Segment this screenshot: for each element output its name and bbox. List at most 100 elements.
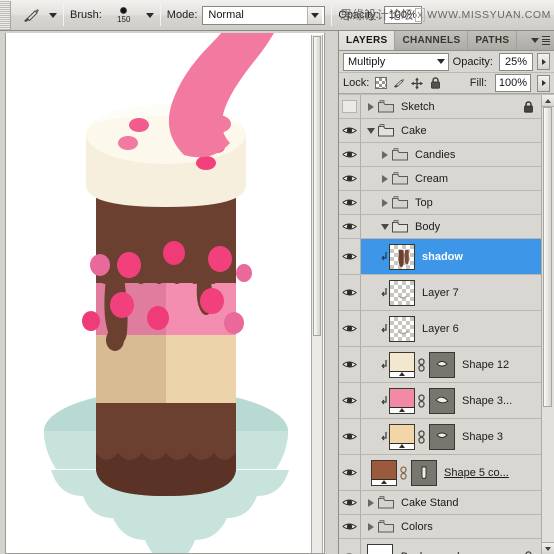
- layer-row-colors[interactable]: Colors: [339, 515, 541, 539]
- layer-row-shape-3[interactable]: Shape 3: [339, 419, 541, 455]
- visibility-toggle-shape-3-copy[interactable]: [339, 383, 361, 418]
- layer-row-shape-12[interactable]: Shape 12: [339, 347, 541, 383]
- layer-list[interactable]: Sketch Cake Candies Cream Top Body shado…: [339, 94, 554, 554]
- layer-name[interactable]: Cake Stand: [401, 497, 458, 509]
- blend-mode-select[interactable]: Normal: [202, 5, 326, 25]
- layer-list-scroll-thumb[interactable]: [543, 107, 552, 407]
- fill-stepper[interactable]: [537, 74, 550, 92]
- layer-name[interactable]: Colors: [401, 521, 433, 533]
- layer-thumbnail[interactable]: [371, 459, 397, 486]
- layer-name[interactable]: shadow: [422, 251, 463, 263]
- tab-paths[interactable]: PATHS: [468, 31, 518, 50]
- layer-name[interactable]: Body: [415, 221, 440, 233]
- visibility-toggle-layer-6[interactable]: [339, 311, 361, 346]
- panel-menu-icon[interactable]: [531, 36, 550, 45]
- options-bar-grip[interactable]: [0, 0, 11, 30]
- visibility-toggle-shape-3[interactable]: [339, 419, 361, 454]
- layer-name[interactable]: Candies: [415, 149, 455, 161]
- layer-row-background[interactable]: Background: [339, 539, 541, 554]
- vector-mask-thumbnail[interactable]: [429, 351, 455, 378]
- visibility-toggle-shadow[interactable]: [339, 239, 361, 274]
- layer-row-cream[interactable]: Cream: [339, 167, 541, 191]
- vector-mask-thumbnail[interactable]: [411, 459, 437, 486]
- layer-thumbnail[interactable]: [389, 351, 415, 378]
- link-icon[interactable]: [415, 429, 427, 444]
- layer-row-cake-stand[interactable]: Cake Stand: [339, 491, 541, 515]
- layer-row-candies[interactable]: Candies: [339, 143, 541, 167]
- lock-all-icon[interactable]: [429, 77, 441, 89]
- layer-row-cake[interactable]: Cake: [339, 119, 541, 143]
- visibility-toggle-cake[interactable]: [339, 119, 361, 142]
- layer-thumbnail[interactable]: [367, 543, 393, 554]
- layer-name[interactable]: Cake: [401, 125, 427, 137]
- vector-mask-thumbnail[interactable]: [429, 423, 455, 450]
- scroll-down-button[interactable]: [542, 542, 554, 554]
- layer-row-shape-3-copy[interactable]: Shape 3...: [339, 383, 541, 419]
- expand-toggle-colors[interactable]: [364, 515, 377, 538]
- visibility-toggle-cream[interactable]: [339, 167, 361, 190]
- brush-tool-icon[interactable]: [18, 3, 44, 27]
- layer-name[interactable]: Background: [400, 551, 459, 554]
- layer-name[interactable]: Shape 5 co...: [444, 467, 509, 479]
- layer-name[interactable]: Shape 12: [462, 359, 509, 371]
- expand-toggle-body[interactable]: [378, 215, 391, 238]
- layer-row-shape-5-color[interactable]: Shape 5 co...: [339, 455, 541, 491]
- vector-mask-thumbnail[interactable]: [429, 387, 455, 414]
- layer-row-sketch[interactable]: Sketch: [339, 95, 541, 119]
- layer-blend-chevron-down-icon[interactable]: [434, 54, 448, 70]
- visibility-toggle-background[interactable]: [339, 539, 361, 554]
- expand-toggle-cake-stand[interactable]: [364, 491, 377, 514]
- visibility-toggle-cake-stand[interactable]: [339, 491, 361, 514]
- layer-name[interactable]: Shape 3...: [462, 395, 512, 407]
- visibility-toggle-shape-5-color[interactable]: [339, 455, 361, 490]
- layer-thumbnail[interactable]: [389, 315, 415, 342]
- expand-toggle-cake[interactable]: [364, 119, 377, 142]
- visibility-toggle-top[interactable]: [339, 191, 361, 214]
- tab-channels[interactable]: CHANNELS: [395, 31, 469, 50]
- link-icon[interactable]: [415, 393, 427, 408]
- layer-name[interactable]: Sketch: [401, 101, 435, 113]
- layer-opacity-stepper[interactable]: [537, 53, 550, 70]
- brush-preset-chevron-down-icon[interactable]: [145, 12, 154, 18]
- layer-blend-mode-select[interactable]: Multiply: [343, 52, 449, 71]
- visibility-toggle-colors[interactable]: [339, 515, 361, 538]
- expand-toggle-sketch[interactable]: [364, 95, 377, 118]
- expand-toggle-cream[interactable]: [378, 167, 391, 190]
- layer-thumbnail[interactable]: [389, 279, 415, 306]
- layer-thumbnail[interactable]: [389, 423, 415, 450]
- link-icon[interactable]: [397, 465, 409, 480]
- blend-mode-chevron-down-icon[interactable]: [307, 6, 323, 24]
- visibility-toggle-shape-12[interactable]: [339, 347, 361, 382]
- lock-position-icon[interactable]: [411, 77, 424, 89]
- visibility-toggle-sketch[interactable]: [339, 95, 361, 118]
- layer-name[interactable]: Layer 6: [422, 323, 459, 335]
- document-canvas[interactable]: [5, 33, 325, 554]
- layer-opacity-input[interactable]: 25%: [499, 52, 533, 71]
- layer-thumbnail[interactable]: [389, 243, 415, 270]
- brush-preset-picker[interactable]: 150: [107, 2, 141, 28]
- canvas-scroll-thumb[interactable]: [313, 36, 321, 336]
- scroll-up-button[interactable]: [542, 95, 554, 107]
- expand-toggle-candies[interactable]: [378, 143, 391, 166]
- layer-name[interactable]: Top: [415, 197, 433, 209]
- layer-name[interactable]: Cream: [415, 173, 448, 185]
- expand-toggle-top[interactable]: [378, 191, 391, 214]
- tool-preset-chevron-down-icon[interactable]: [49, 12, 57, 18]
- layer-row-top[interactable]: Top: [339, 191, 541, 215]
- visibility-toggle-candies[interactable]: [339, 143, 361, 166]
- fill-input[interactable]: 100%: [494, 74, 531, 92]
- tab-layers[interactable]: LAYERS: [339, 31, 396, 50]
- canvas-vertical-scrollbar[interactable]: [311, 35, 323, 553]
- visibility-toggle-body[interactable]: [339, 215, 361, 238]
- layer-name[interactable]: Shape 3: [462, 431, 503, 443]
- layer-name[interactable]: Layer 7: [422, 287, 459, 299]
- layer-row-body[interactable]: Body: [339, 215, 541, 239]
- layer-thumbnail[interactable]: [389, 387, 415, 414]
- layer-row-shadow[interactable]: shadow: [339, 239, 541, 275]
- link-icon[interactable]: [415, 357, 427, 372]
- layer-row-layer-7[interactable]: Layer 7: [339, 275, 541, 311]
- layer-row-layer-6[interactable]: Layer 6: [339, 311, 541, 347]
- visibility-toggle-layer-7[interactable]: [339, 275, 361, 310]
- lock-image-icon[interactable]: [393, 77, 405, 89]
- layer-list-scrollbar[interactable]: [541, 95, 554, 554]
